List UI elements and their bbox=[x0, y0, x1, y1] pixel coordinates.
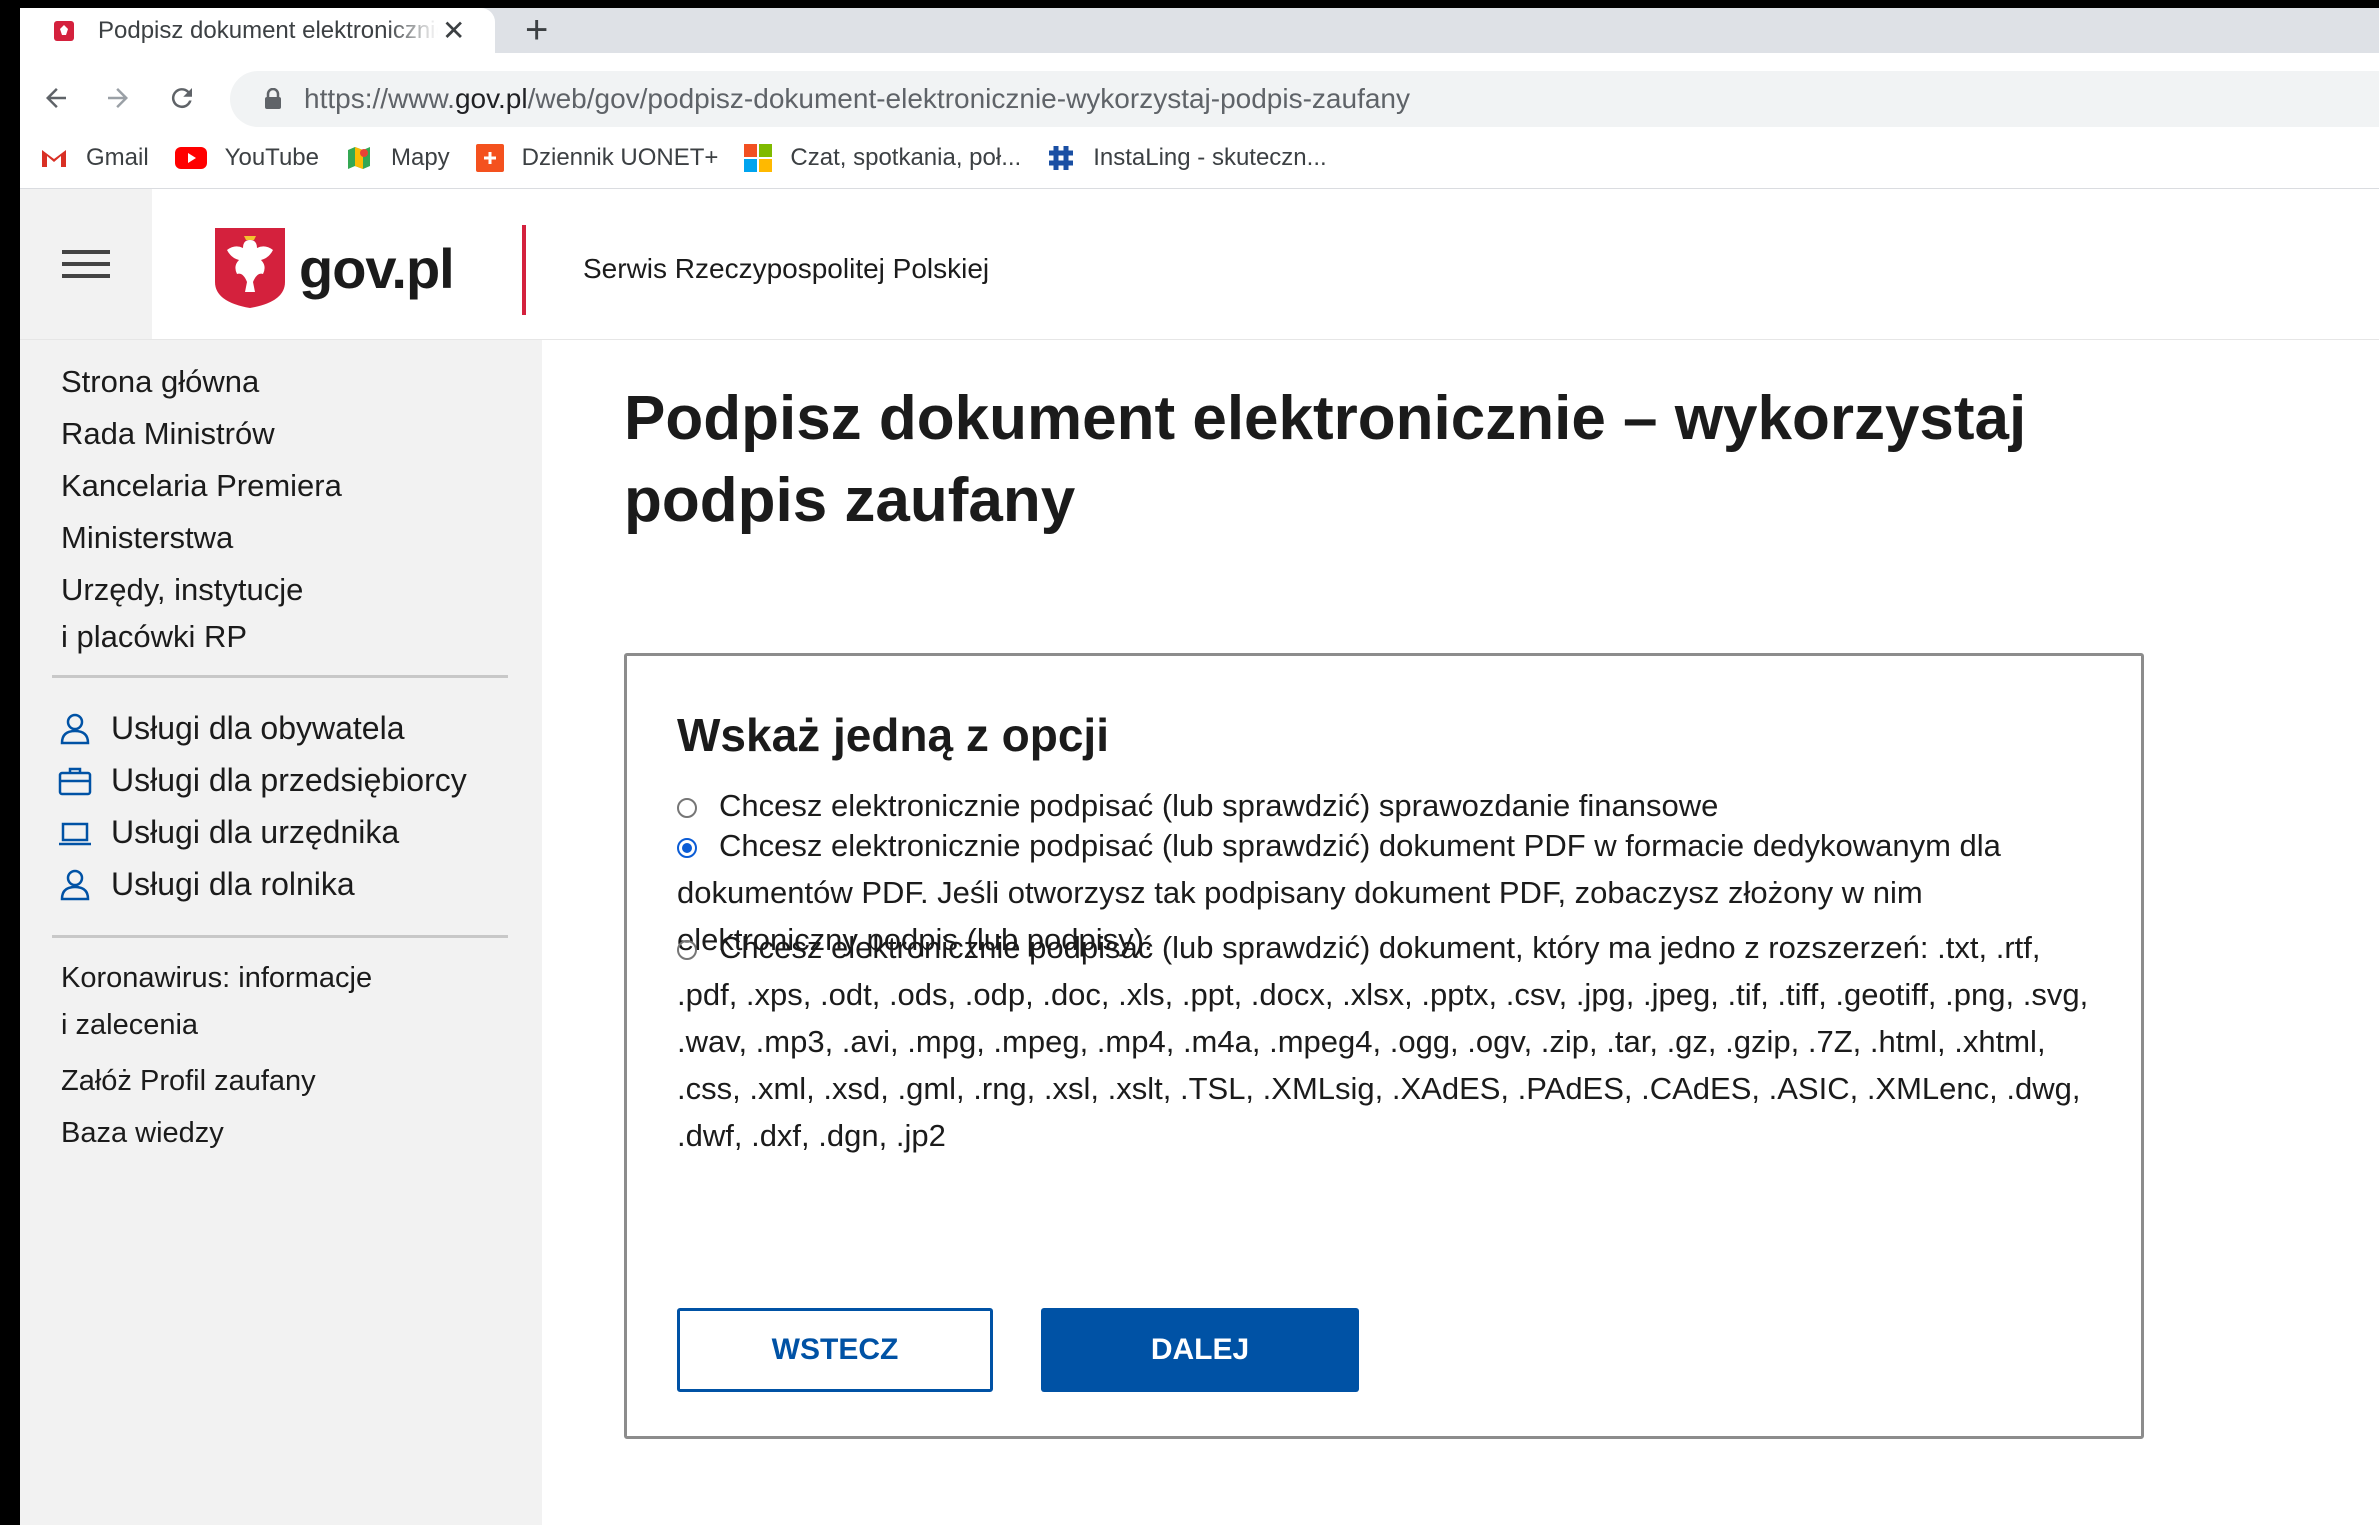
sidebar-item-council-of-ministers[interactable]: Rada Ministrów bbox=[61, 410, 275, 457]
microsoft-icon bbox=[744, 144, 773, 172]
instaling-icon bbox=[1049, 146, 1074, 170]
bookmark-teams-chat[interactable]: Czat, spotkania, poł... bbox=[744, 144, 1021, 172]
sidebar: Strona główna Rada Ministrów Kancelaria … bbox=[20, 340, 542, 1525]
radio-button[interactable] bbox=[677, 798, 697, 818]
sidebar-item-trusted-profile[interactable]: Załóż Profil zaufany bbox=[61, 1058, 316, 1105]
logo-text: gov.pl bbox=[299, 236, 455, 300]
new-tab-button[interactable]: + bbox=[525, 8, 548, 53]
gov-logo[interactable]: gov.pl bbox=[213, 226, 455, 310]
sidebar-item-coronavirus[interactable]: Koronawirus: informacje i zalecenia bbox=[61, 955, 372, 1049]
lock-icon bbox=[265, 88, 281, 109]
sidebar-item-knowledge-base[interactable]: Baza wiedzy bbox=[61, 1110, 224, 1157]
site-header: gov.pl Serwis Rzeczypospolitej Polskiej bbox=[20, 189, 2379, 340]
options-heading: Wskaż jedną z opcji bbox=[677, 709, 1109, 761]
bookmark-youtube[interactable]: YouTube bbox=[174, 144, 319, 172]
menu-button[interactable] bbox=[20, 189, 152, 339]
bookmark-instaling[interactable]: InstaLing - skuteczn... bbox=[1047, 144, 1327, 172]
page-title: Podpisz dokument elektronicznie – wykorz… bbox=[624, 384, 2027, 535]
briefcase-icon bbox=[58, 767, 92, 795]
back-button[interactable]: WSTECZ bbox=[677, 1308, 993, 1392]
sidebar-divider bbox=[52, 935, 508, 938]
radio-button[interactable] bbox=[677, 940, 697, 960]
sidebar-divider bbox=[52, 675, 508, 678]
person-icon bbox=[60, 713, 90, 744]
sidebar-item-prime-minister-chancellery[interactable]: Kancelaria Premiera bbox=[61, 462, 342, 509]
polish-eagle-emblem-icon bbox=[215, 228, 285, 308]
sidebar-item-official-services[interactable]: Usługi dla urzędnika bbox=[57, 814, 399, 851]
youtube-icon bbox=[174, 147, 207, 169]
url-text: https://www.gov.pl/web/gov/podpisz-dokum… bbox=[304, 83, 1410, 114]
options-form: Wskaż jedną z opcji Chcesz elektroniczni… bbox=[624, 653, 2144, 1439]
radio-button-checked[interactable] bbox=[677, 838, 697, 858]
sidebar-item-offices[interactable]: Urzędy, instytucje i placówki RP bbox=[61, 566, 303, 660]
address-bar[interactable]: https://www.gov.pl/web/gov/podpisz-dokum… bbox=[230, 71, 2379, 127]
sidebar-item-ministries[interactable]: Ministerstwa bbox=[61, 514, 233, 561]
reload-icon[interactable] bbox=[162, 78, 202, 118]
bookmarks-bar: Gmail YouTube Mapy Dziennik UONET+ Czat,… bbox=[20, 128, 2379, 189]
logo-divider bbox=[522, 225, 526, 315]
next-button[interactable]: DALEJ bbox=[1041, 1308, 1359, 1392]
forward-arrow-icon[interactable] bbox=[98, 78, 138, 118]
tab-active[interactable]: Podpisz dokument elektronicznie - wykorz… bbox=[20, 8, 495, 53]
gov-favicon-icon bbox=[54, 20, 74, 41]
hamburger-icon bbox=[62, 242, 110, 286]
browser-window: Podpisz dokument elektronicznie - wykorz… bbox=[20, 8, 2379, 1525]
service-name: Serwis Rzeczypospolitej Polskiej bbox=[583, 253, 990, 284]
sidebar-item-business-services[interactable]: Usługi dla przedsiębiorcy bbox=[57, 762, 467, 799]
bookmark-uonet[interactable]: Dziennik UONET+ bbox=[475, 144, 718, 172]
laptop-icon bbox=[59, 822, 91, 845]
tab-strip: Podpisz dokument elektronicznie - wykorz… bbox=[20, 8, 2379, 53]
option-other-document[interactable]: Chcesz elektronicznie podpisać (lub spra… bbox=[677, 924, 2097, 1159]
sidebar-item-farmer-services[interactable]: Usługi dla rolnika bbox=[57, 866, 355, 903]
sidebar-item-citizen-services[interactable]: Usługi dla obywatela bbox=[57, 710, 405, 747]
back-arrow-icon[interactable] bbox=[36, 78, 76, 118]
tab-title: Podpisz dokument elektronicznie - wykorz… bbox=[98, 16, 438, 44]
close-icon[interactable]: ✕ bbox=[442, 16, 465, 45]
bookmark-gmail[interactable]: Gmail bbox=[40, 144, 149, 172]
maps-icon bbox=[347, 147, 370, 169]
uonet-icon bbox=[475, 144, 504, 172]
bookmark-maps[interactable]: Mapy bbox=[345, 144, 450, 172]
gmail-icon bbox=[42, 150, 66, 167]
sidebar-item-home[interactable]: Strona główna bbox=[61, 358, 259, 405]
person-icon bbox=[60, 869, 90, 900]
